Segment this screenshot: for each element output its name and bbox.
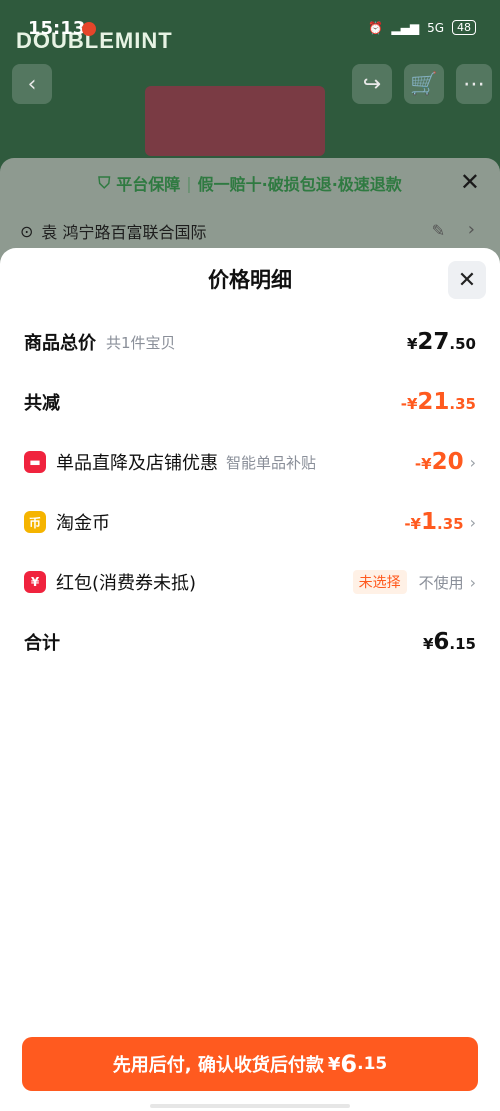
- close-icon[interactable]: ✕: [460, 168, 480, 196]
- status-time: 15:13: [28, 18, 86, 39]
- chevron-right-icon[interactable]: ›: [468, 219, 475, 240]
- unselected-tag: 未选择: [352, 570, 407, 594]
- divider: |: [186, 173, 192, 193]
- signal-icon: ▂▄▆: [391, 20, 420, 35]
- chevron-right-icon: ›: [469, 452, 476, 472]
- home-indicator[interactable]: [150, 1104, 350, 1108]
- chevron-right-icon: ›: [469, 572, 476, 592]
- shield-icon: ⛉: [98, 173, 111, 192]
- row-label: 红包(消费券未抵): [56, 573, 197, 594]
- close-button[interactable]: ✕: [448, 261, 486, 299]
- status-bar: 15:13 ⏰ ▂▄▆ 5G 48: [0, 0, 500, 50]
- location-pin-icon: ⊙: [20, 221, 34, 241]
- price-detail-sheet: [0, 248, 500, 1111]
- platform-guarantee: ⛉ 平台保障 | 假一赔十·破损包退·极速退款: [0, 168, 500, 198]
- store-discount-icon: ▬: [24, 451, 46, 473]
- battery-indicator: 48: [452, 20, 476, 35]
- row-label: 合计: [24, 633, 60, 654]
- coin-icon: 币: [24, 511, 46, 533]
- row-single-item-discount[interactable]: ▬ 单品直降及店铺优惠 智能单品补贴 -¥20 ›: [24, 442, 476, 482]
- close-icon: ✕: [457, 267, 477, 293]
- app-notification-icon: [82, 22, 96, 36]
- total-price-amount: ¥27.50: [406, 329, 476, 355]
- row-label: 单品直降及店铺优惠: [56, 453, 218, 474]
- product-image: [145, 86, 325, 156]
- row-total-price: 商品总价 共1件宝贝 ¥27.50: [24, 322, 476, 362]
- cart-icon: 🛒: [410, 71, 438, 97]
- single-discount-amount: -¥20: [414, 449, 464, 475]
- row-taojin-coin[interactable]: 币 淘金币 -¥1.35 ›: [24, 502, 476, 542]
- row-subtotal: 合计 ¥6.15: [24, 622, 476, 662]
- row-label: 淘金币: [56, 513, 110, 534]
- red-packet-icon: ¥: [24, 571, 46, 593]
- row-sub: 智能单品补贴: [226, 453, 317, 472]
- more-button[interactable]: ⋯: [456, 64, 492, 104]
- pay-later-button[interactable]: 先用后付, 确认收货后付款 ¥6.15: [22, 1037, 478, 1091]
- back-button[interactable]: ‹: [12, 64, 52, 104]
- row-total-discount: 共减 -¥21.35: [24, 382, 476, 422]
- sheet-title: 价格明细: [208, 268, 292, 292]
- chevron-right-icon: ›: [469, 512, 476, 532]
- alarm-icon: ⏰: [368, 20, 384, 35]
- row-sub: 共1件宝贝: [106, 333, 176, 352]
- edit-icon[interactable]: ✎: [432, 221, 445, 240]
- cart-button[interactable]: 🛒: [404, 64, 444, 104]
- guarantee-prefix: 平台保障: [116, 175, 181, 194]
- red-packet-value: 不使用: [418, 573, 464, 592]
- share-button[interactable]: ↪: [352, 64, 392, 104]
- row-label: 共减: [24, 393, 60, 414]
- chevron-left-icon: ‹: [27, 71, 37, 97]
- row-red-packet[interactable]: ¥ 红包(消费券未抵) 未选择 不使用 ›: [24, 562, 476, 602]
- row-label: 商品总价: [24, 333, 96, 354]
- shipping-address[interactable]: ⊙ 袁 鸿宁路百富联合国际: [20, 219, 207, 243]
- share-icon: ↪: [362, 71, 382, 97]
- address-text: 袁 鸿宁路百富联合国际: [41, 223, 207, 242]
- guarantee-text: 假一赔十·破损包退·极速退款: [197, 175, 402, 194]
- network-type: 5G: [427, 20, 444, 35]
- more-icon: ⋯: [463, 71, 485, 97]
- total-discount-amount: -¥21.35: [400, 389, 476, 415]
- subtotal-amount: ¥6.15: [422, 629, 476, 655]
- taojin-coin-amount: -¥1.35: [404, 509, 464, 535]
